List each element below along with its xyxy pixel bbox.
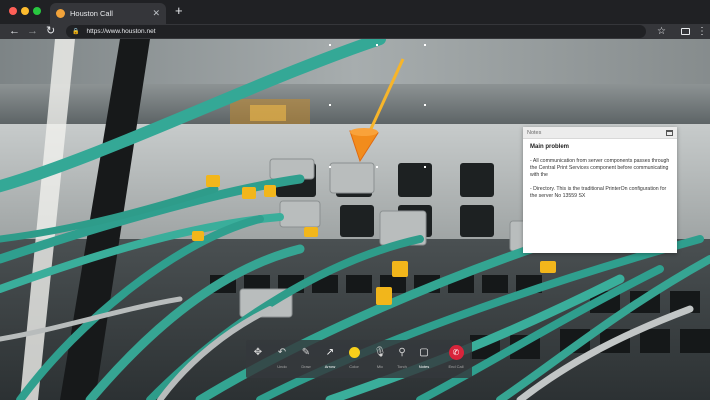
color-label: Color xyxy=(349,364,359,369)
notes-heading: Main problem xyxy=(530,144,570,150)
end-call-label: End Call xyxy=(448,364,464,369)
close-window-button[interactable] xyxy=(9,7,17,15)
favicon-icon xyxy=(56,9,65,18)
undo-label: Undo xyxy=(277,364,287,369)
reload-icon[interactable]: ↻ xyxy=(46,24,55,39)
notes-button[interactable]: ▢ Notes xyxy=(412,340,436,378)
draw-button[interactable]: ✎ Draw xyxy=(294,340,318,378)
color-button[interactable]: Color xyxy=(342,340,366,378)
browser-toolbar: ← → ↻ 🔒 https://www.houston.net ☆ ⋮ xyxy=(0,24,710,39)
notes-header: Notes xyxy=(523,127,677,139)
torch-label: Torch xyxy=(397,364,407,369)
note-line: - Directory. This is the traditional Pri… xyxy=(530,186,667,199)
undo-button[interactable]: ↶ Undo xyxy=(270,340,294,378)
torch-icon: ⚲ xyxy=(398,346,406,358)
move-tool[interactable]: ✥ xyxy=(246,340,270,378)
torch-button[interactable]: ⚲ Torch xyxy=(390,340,414,378)
maximize-window-button[interactable] xyxy=(33,7,41,15)
call-toolbar: ✥ ↶ Undo ✎ Draw ↗ Arrow Color 🎙 Mic ⚲ To… xyxy=(246,340,472,378)
forward-icon[interactable]: → xyxy=(27,24,38,39)
end-call-icon: ✆ xyxy=(448,344,464,360)
pencil-icon: ✎ xyxy=(301,346,311,358)
new-tab-button[interactable]: + xyxy=(175,4,183,18)
back-icon[interactable]: ← xyxy=(9,24,20,39)
minimize-window-button[interactable] xyxy=(21,7,29,15)
arrow-button[interactable]: ↗ Arrow xyxy=(318,340,342,378)
minimize-icon[interactable] xyxy=(666,129,673,136)
undo-icon: ↶ xyxy=(277,346,287,358)
notes-label: Notes xyxy=(418,364,430,369)
move-icon: ✥ xyxy=(253,346,263,358)
arrow-icon: ↗ xyxy=(325,346,335,358)
lock-icon: 🔒 xyxy=(72,29,80,35)
tab-title: Houston Call xyxy=(70,9,113,18)
mic-label: Mic xyxy=(376,364,384,369)
notes-icon: ▢ xyxy=(419,346,429,358)
tab-strip: Houston Call ✕ + xyxy=(0,0,710,24)
url-text: https://www.houston.net xyxy=(86,28,156,35)
mic-button[interactable]: 🎙 Mic xyxy=(368,340,392,378)
notes-body[interactable]: Main problem - All communication from se… xyxy=(523,139,677,212)
draw-label: Draw xyxy=(301,364,311,369)
browser-menu-icon[interactable]: ⋮ xyxy=(697,24,707,39)
cast-icon[interactable] xyxy=(681,28,690,35)
tab-close-icon[interactable]: ✕ xyxy=(152,9,160,18)
arrow-label: Arrow xyxy=(324,364,336,369)
note-line: - All communication from server componen… xyxy=(530,158,670,178)
browser-tab[interactable]: Houston Call ✕ xyxy=(50,3,166,24)
notes-panel[interactable]: Notes Main problem - All communication f… xyxy=(523,127,677,253)
mic-off-icon: 🎙 xyxy=(373,346,387,358)
color-icon xyxy=(348,346,360,358)
notes-title: Notes xyxy=(527,129,542,136)
bookmark-star-icon[interactable]: ☆ xyxy=(657,25,666,38)
address-bar[interactable]: 🔒 https://www.houston.net xyxy=(66,25,646,38)
video-feed[interactable]: Notes Main problem - All communication f… xyxy=(0,39,710,400)
end-call-button[interactable]: ✆ End Call xyxy=(444,340,468,378)
